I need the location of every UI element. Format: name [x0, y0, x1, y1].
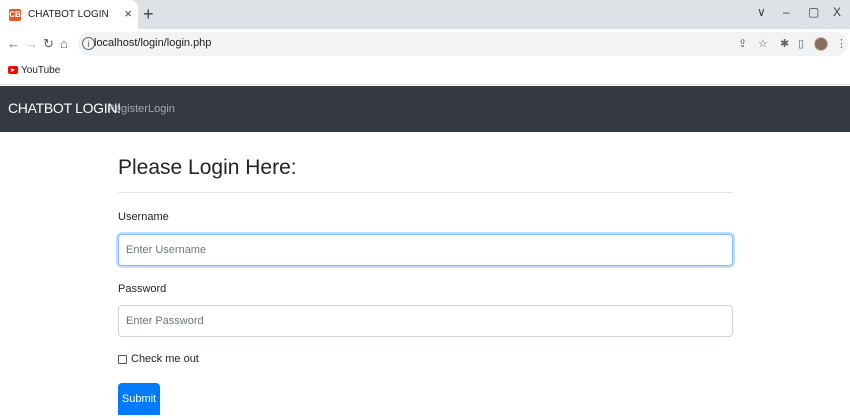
username-label: Username: [118, 211, 169, 223]
bookmarks-bar: YouTube: [0, 59, 850, 85]
bookmark-star-icon[interactable]: ☆: [758, 36, 768, 52]
minimize-icon[interactable]: –: [783, 5, 790, 19]
nav-link-login[interactable]: Login: [148, 103, 175, 115]
profile-avatar[interactable]: [814, 37, 828, 51]
tab-search-icon[interactable]: ∨: [757, 5, 766, 19]
menu-kebab-icon[interactable]: ⋮: [836, 36, 847, 52]
checkbox-label[interactable]: Check me out: [131, 353, 199, 365]
forward-icon[interactable]: →: [25, 36, 38, 52]
navbar-brand[interactable]: CHATBOT LOGIN!: [8, 100, 121, 116]
side-panel-icon[interactable]: ▯: [798, 36, 804, 52]
bookmark-youtube[interactable]: YouTube: [21, 65, 60, 76]
extensions-icon[interactable]: ✱: [780, 36, 789, 52]
share-icon[interactable]: ⇪: [738, 36, 747, 52]
password-label: Password: [118, 283, 167, 295]
tab-title: CHATBOT LOGIN: [28, 9, 109, 20]
remember-row: Check me out: [118, 353, 199, 365]
new-tab-icon[interactable]: +: [143, 4, 154, 24]
password-input[interactable]: [118, 305, 733, 337]
browser-tab[interactable]: CB CHATBOT LOGIN ×: [0, 0, 138, 29]
site-favicon-icon: CB: [9, 8, 21, 21]
reload-icon[interactable]: ↻: [43, 36, 54, 52]
heading-divider: [118, 192, 733, 193]
nav-link-register[interactable]: Register: [107, 103, 148, 115]
back-icon[interactable]: ←: [7, 36, 20, 52]
tab-close-icon[interactable]: ×: [124, 7, 132, 21]
check-me-out-checkbox[interactable]: [118, 354, 127, 364]
youtube-icon: [8, 66, 18, 74]
browser-toolbar: ← → ↻ ⌂ i localhost/login/login.php ⇪ ☆ …: [0, 29, 850, 59]
site-navbar: CHATBOT LOGIN! Register Login: [0, 86, 850, 132]
home-icon[interactable]: ⌂: [60, 36, 68, 52]
restore-icon[interactable]: ▢: [808, 5, 819, 19]
browser-tab-strip: CB CHATBOT LOGIN × + ∨ – ▢ X: [0, 0, 850, 29]
username-input[interactable]: [118, 234, 733, 266]
url-text[interactable]: localhost/login/login.php: [94, 37, 211, 49]
submit-button[interactable]: Submit: [118, 383, 160, 415]
close-window-icon[interactable]: X: [833, 5, 841, 19]
address-bar[interactable]: i localhost/login/login.php ⇪ ☆ ✱ ▯ ⋮: [78, 32, 848, 56]
page-title: Please Login Here:: [118, 156, 297, 179]
